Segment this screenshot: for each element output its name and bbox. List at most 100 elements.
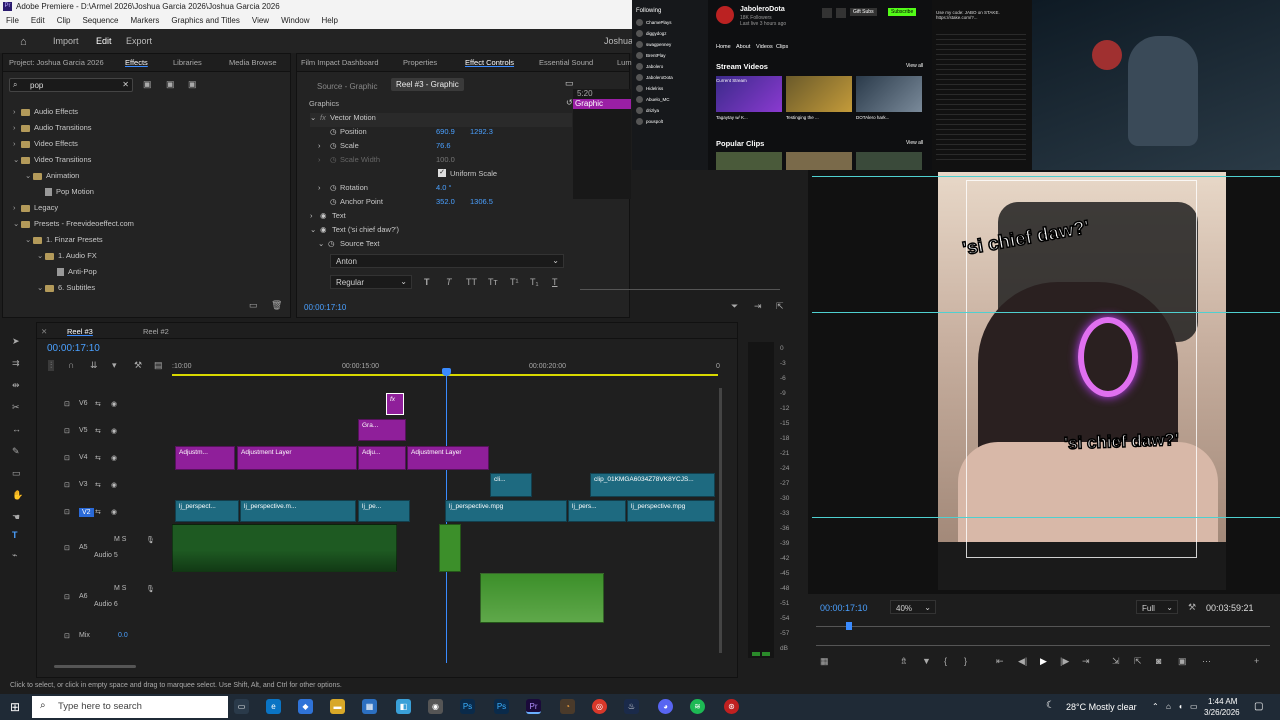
go-to-in-icon[interactable]: ⇤	[996, 656, 1004, 667]
ec-text-layer-row[interactable]: ⌄ ◉ Text ('si chief daw?')	[310, 225, 572, 239]
program-scrubber[interactable]	[816, 626, 1270, 627]
chevron-icon[interactable]: ⌄	[25, 235, 33, 244]
visibility-eye-icon[interactable]: ◉	[111, 454, 117, 462]
source-graphic-label[interactable]: Source - Graphic	[317, 82, 377, 91]
clock-date[interactable]: 3/26/2026	[1204, 708, 1240, 717]
tab-effects[interactable]: Effects	[125, 58, 148, 67]
sync-lock-icon[interactable]: ⇆	[95, 481, 101, 489]
track-name[interactable]: A6	[79, 593, 88, 600]
go-to-out-icon[interactable]: ⇥	[1082, 656, 1090, 667]
menu-file[interactable]: File	[0, 14, 25, 27]
effects-tree-item[interactable]: ⌄ 1. Audio FX	[37, 251, 97, 265]
hand-icon[interactable]: ☚	[12, 512, 20, 523]
v3-clip-1[interactable]: cli...	[490, 473, 532, 497]
workspace-export[interactable]: Export	[126, 36, 152, 46]
selection-tool-icon[interactable]: ➤	[12, 336, 20, 347]
track-name[interactable]: V6	[79, 400, 88, 407]
insert-sequence-icon[interactable]: ⇊	[90, 360, 98, 371]
new-bin-icon[interactable]: ▭	[249, 300, 258, 311]
hand-tool-icon[interactable]: ✋	[12, 490, 23, 501]
lock-icon[interactable]: ⊡	[64, 454, 70, 462]
nav-home[interactable]: Home	[716, 44, 731, 50]
app-icon[interactable]: ◉	[428, 699, 443, 714]
tab-film-impact[interactable]: Film Impact Dashboard	[301, 58, 379, 67]
visibility-eye-icon[interactable]: ◉	[320, 211, 327, 220]
heart-icon[interactable]	[836, 8, 846, 18]
v2-clip-4[interactable]: lj_perspective.mpg	[445, 500, 567, 522]
superscript-icon[interactable]: T¹	[510, 277, 519, 287]
extra-tool-icon[interactable]: ⌁	[12, 550, 17, 561]
tab-project[interactable]: Project: Joshua Garcia 2026	[9, 58, 104, 67]
search-input[interactable]: pop	[30, 81, 43, 90]
sequence-graphic-label[interactable]: Reel #3 - Graphic	[391, 78, 464, 91]
photoshop-icon[interactable]: Ps	[460, 699, 475, 714]
play-icon[interactable]: ▶	[1040, 656, 1047, 667]
view-all-clips-link[interactable]: View all	[906, 140, 923, 146]
stopwatch-icon[interactable]: ◷	[330, 141, 337, 150]
stopwatch-icon[interactable]: ◷	[330, 183, 337, 192]
clip-thumb-3[interactable]	[856, 152, 922, 170]
v2-clip-1[interactable]: lj_perspect...	[175, 500, 239, 522]
view-all-link[interactable]: View all	[906, 63, 923, 69]
nav-about[interactable]: About	[736, 44, 750, 50]
tab-effect-controls[interactable]: Effect Controls	[465, 58, 514, 67]
wrench-icon[interactable]: ⚒	[134, 360, 142, 371]
network-icon[interactable]: ⌂	[1166, 702, 1171, 711]
ec-source-text-row[interactable]: ⌄ ◷ Source Text	[310, 239, 572, 253]
following-item[interactable]: BrentPlay	[646, 53, 666, 58]
chevron-icon[interactable]: ›	[13, 203, 21, 212]
following-item[interactable]: Abuelo_MC	[646, 97, 670, 102]
timeline-timecode[interactable]: 00:00:17:10	[47, 343, 100, 354]
razor-icon[interactable]: ✂	[12, 402, 20, 413]
menu-edit[interactable]: Edit	[25, 14, 51, 27]
ec-position-x[interactable]: 690.9	[436, 127, 455, 136]
photoshop-icon[interactable]: Ps	[494, 699, 509, 714]
effects-tree-item[interactable]: ⌄ Presets - Freevideoeffect.com	[13, 219, 134, 233]
rectangle-tool-icon[interactable]: ▭	[12, 468, 21, 479]
ec-anchor-x[interactable]: 352.0	[436, 197, 455, 206]
pen-tool-icon[interactable]: ✎	[12, 446, 20, 457]
font-dropdown[interactable]: Anton ⌄	[330, 254, 564, 268]
effects-tree-item[interactable]: ⌄ 6. Subtitles	[37, 283, 95, 297]
add-marker-icon[interactable]: ▼	[922, 656, 931, 666]
button-editor-icon[interactable]: ⋯	[1202, 656, 1211, 667]
lock-icon[interactable]: ⊡	[64, 427, 70, 435]
menu-window[interactable]: Window	[275, 14, 315, 27]
collapse-icon[interactable]: ▭	[565, 78, 574, 89]
comparison-view-icon[interactable]: ▣	[1178, 656, 1187, 667]
italic-icon[interactable]: T	[446, 277, 452, 287]
following-item[interactable]: ChamePlays	[646, 20, 672, 25]
chevron-icon[interactable]: ⌄	[25, 171, 33, 180]
v6-clip[interactable]: fx	[386, 393, 404, 415]
style-dropdown[interactable]: Regular ⌄	[330, 275, 412, 289]
v4-clip-1[interactable]: Adjustm...	[175, 446, 235, 470]
windows-start-icon[interactable]: ⊞	[10, 700, 20, 714]
ec-anchor-y[interactable]: 1306.5	[470, 197, 493, 206]
32bit-effects-icon[interactable]: ▣	[166, 79, 175, 90]
add-button-icon[interactable]: +	[1254, 656, 1259, 666]
clock-time[interactable]: 1:44 AM	[1208, 697, 1237, 706]
app-icon[interactable]: ◧	[396, 699, 411, 714]
sync-lock-icon[interactable]: ⇆	[95, 454, 101, 462]
program-zoom-bar[interactable]	[816, 645, 1270, 646]
lock-icon[interactable]: ⊡	[64, 544, 70, 552]
ec-vector-motion-row[interactable]: ⌄ fx Vector Motion	[310, 113, 572, 127]
program-playhead[interactable]	[846, 622, 852, 630]
a5-audio-clip-2[interactable]	[439, 524, 461, 572]
mix-value[interactable]: 0.0	[118, 632, 128, 639]
subscribe-button[interactable]: Subscribe	[888, 8, 917, 16]
all-caps-icon[interactable]: TT	[466, 277, 477, 287]
effects-tree-item[interactable]: ⌄ Video Transitions	[13, 155, 91, 169]
gift-subs-button[interactable]: Gift Subs	[850, 8, 877, 16]
chevron-icon[interactable]: ⌄	[13, 155, 21, 164]
clip-thumb-1[interactable]	[716, 152, 782, 170]
bold-icon[interactable]: T	[424, 277, 430, 287]
effects-search[interactable]: ⌕ pop ✕	[9, 78, 133, 92]
lock-icon[interactable]: ⊡	[64, 400, 70, 408]
tab-properties[interactable]: Properties	[403, 58, 437, 67]
weather-text[interactable]: 28°C Mostly clear	[1066, 702, 1137, 712]
mark-in-icon[interactable]: {	[944, 656, 947, 666]
graphic-bounding-box[interactable]	[966, 180, 1197, 558]
video-thumb-3[interactable]	[856, 76, 922, 112]
menu-graphics-titles[interactable]: Graphics and Titles	[165, 14, 245, 27]
